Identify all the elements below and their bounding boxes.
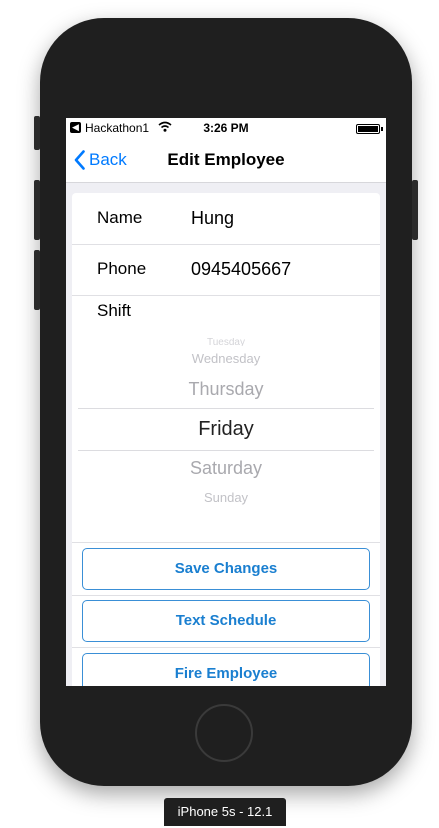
- picker-selection-bottom: [78, 450, 374, 451]
- employee-form: Name Hung Phone 0945405667 Shift Tuesday…: [72, 193, 380, 686]
- name-row: Name Hung: [72, 193, 380, 245]
- shift-label: Shift: [97, 301, 132, 320]
- picker-selected-item[interactable]: Friday: [72, 418, 380, 441]
- status-bar: ◀ Hackathon1 3:26 PM: [66, 118, 386, 138]
- home-button[interactable]: [195, 704, 253, 762]
- picker-item[interactable]: Sunday: [72, 490, 380, 505]
- picker-item[interactable]: Wednesday: [72, 351, 380, 366]
- divider: [72, 542, 380, 543]
- page-title: Edit Employee: [167, 150, 285, 169]
- phone-row: Phone 0945405667: [72, 244, 380, 296]
- name-label: Name: [97, 208, 143, 227]
- picker-item[interactable]: Tuesday: [72, 338, 380, 346]
- fire-employee-button[interactable]: Fire Employee: [82, 653, 370, 686]
- name-field[interactable]: Hung: [191, 208, 234, 229]
- app-screen: ◀ Hackathon1 3:26 PM Back Edit Employee …: [66, 118, 386, 686]
- power-button: [412, 180, 418, 240]
- shift-picker[interactable]: Tuesday Wednesday Thursday Friday Saturd…: [72, 333, 380, 533]
- battery-icon: [356, 124, 383, 134]
- navigation-bar: Back Edit Employee: [66, 138, 386, 183]
- phone-label: Phone: [97, 259, 147, 278]
- picker-selection-top: [78, 408, 374, 409]
- divider: [72, 647, 380, 648]
- device-label: iPhone 5s - 12.1: [164, 798, 286, 826]
- status-time: 3:26 PM: [203, 121, 249, 135]
- volume-down-button: [34, 250, 40, 310]
- mute-switch: [34, 116, 40, 150]
- save-changes-button[interactable]: Save Changes: [82, 548, 370, 590]
- picker-item[interactable]: Saturday: [72, 458, 380, 479]
- picker-item[interactable]: Thursday: [72, 379, 380, 400]
- text-schedule-button[interactable]: Text Schedule: [82, 600, 370, 642]
- divider: [72, 595, 380, 596]
- volume-up-button: [34, 180, 40, 240]
- phone-field[interactable]: 0945405667: [191, 259, 291, 280]
